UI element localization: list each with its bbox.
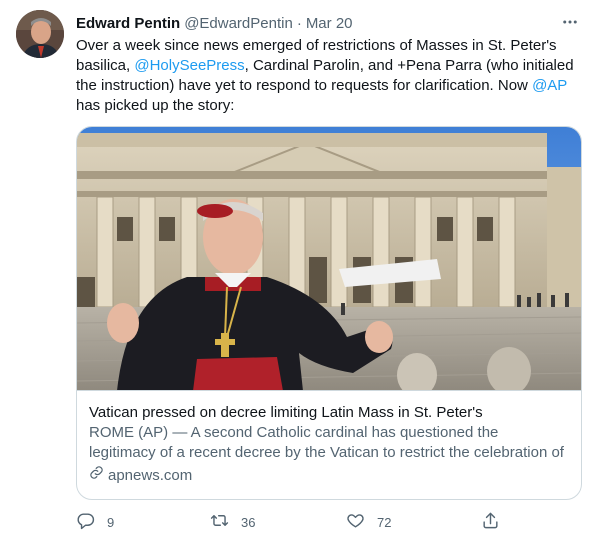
more-horizontal-icon[interactable]	[558, 10, 582, 34]
reply-icon	[76, 511, 95, 533]
reply-count: 9	[107, 514, 115, 530]
separator-dot: ·	[296, 14, 302, 32]
timestamp[interactable]: Mar 20	[306, 15, 353, 32]
author-handle[interactable]: @EdwardPentin	[184, 15, 293, 32]
tweet-actions: 9 36 72	[76, 510, 516, 534]
share-icon	[481, 511, 500, 533]
card-title[interactable]: Vatican pressed on decree limiting Latin…	[89, 403, 569, 423]
retweet-icon	[210, 511, 229, 533]
author-name[interactable]: Edward Pentin	[76, 15, 180, 32]
share-button[interactable]	[481, 510, 500, 534]
tweet[interactable]: Edward Pentin @EdwardPentin · Mar 20 Ove…	[0, 0, 598, 544]
mention-ap[interactable]: @AP	[532, 77, 567, 94]
avatar[interactable]	[16, 10, 64, 58]
tweet-text: Over a week since news emerged of restri…	[76, 36, 582, 116]
card-domain: apnews.com	[108, 466, 193, 484]
like-button[interactable]: 72	[346, 510, 391, 534]
heart-icon	[346, 511, 365, 533]
card-domain-row: apnews.com	[89, 465, 569, 486]
retweet-count: 36	[241, 514, 256, 530]
like-count: 72	[377, 514, 392, 530]
mention-holyseepress[interactable]: @HolySeePress	[134, 57, 244, 74]
card-text: Vatican pressed on decree limiting Latin…	[89, 403, 569, 486]
tweet-text-part: has picked up the story:	[76, 97, 235, 114]
link-icon	[89, 465, 108, 486]
reply-button[interactable]: 9	[76, 510, 114, 534]
tweet-header: Edward Pentin @EdwardPentin · Mar 20	[76, 12, 582, 34]
card-description: ROME (AP) — A second Catholic cardinal h…	[89, 424, 564, 461]
card-image[interactable]	[77, 127, 581, 391]
link-card[interactable]: Vatican pressed on decree limiting Latin…	[76, 126, 582, 500]
retweet-button[interactable]: 36	[210, 510, 255, 534]
